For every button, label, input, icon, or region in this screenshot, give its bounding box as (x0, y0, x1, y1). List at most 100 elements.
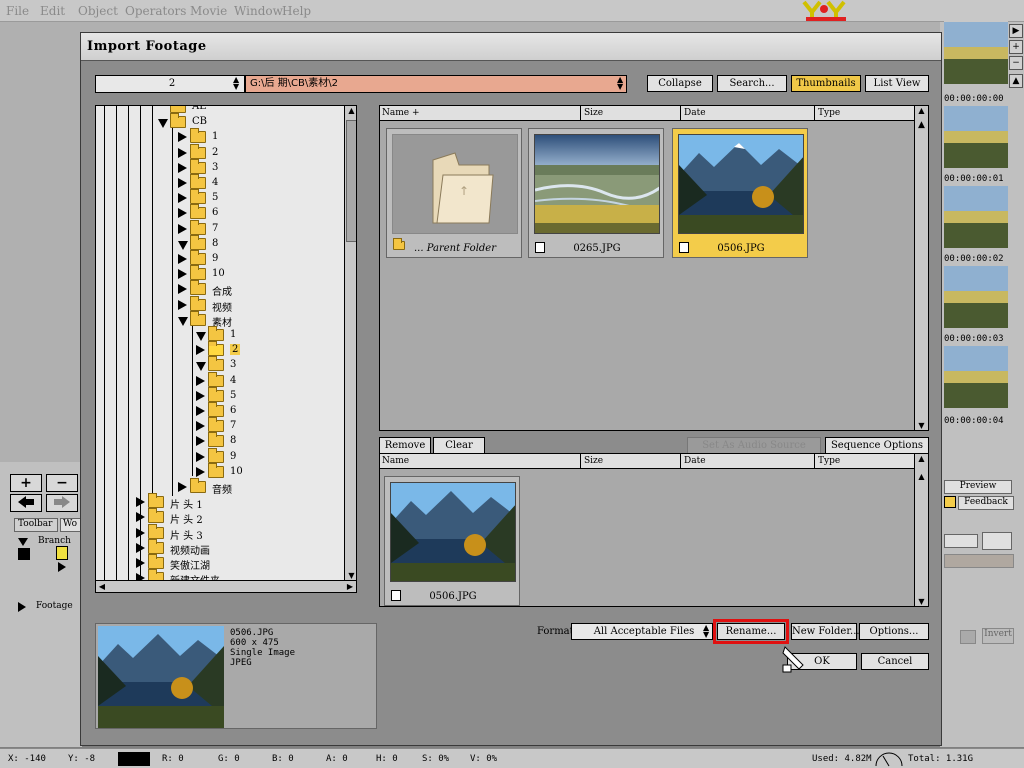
set-audio-source-button[interactable]: Set As Audio Source (687, 437, 821, 454)
tree-item[interactable]: 视频动画 (136, 538, 336, 557)
collapsed-arrow-icon[interactable] (196, 421, 205, 432)
folder-tree[interactable]: AE CB 1 2 3 4 5 6 7 8 9 10 合成 视频 素材 1 2 3 4 5 6 7 8 9 10 音频片 头 1片… (95, 105, 357, 593)
file-item-selected[interactable]: 0506.JPG (672, 128, 808, 258)
collapsed-arrow-icon[interactable] (178, 223, 187, 234)
parent-folder-item[interactable]: ↑ ... Parent Folder (386, 128, 522, 258)
collapsed-arrow-icon[interactable] (136, 512, 145, 523)
invert-button[interactable]: Invert (982, 628, 1014, 644)
collapsed-arrow-icon[interactable] (196, 406, 205, 416)
tree-item[interactable]: 2 (178, 143, 336, 161)
menu-file[interactable]: File (6, 4, 29, 18)
collapsed-arrow-icon[interactable] (136, 527, 145, 538)
zoom-in-button[interactable]: + (1009, 40, 1023, 54)
tab-toolbar[interactable]: Toolbar (14, 518, 58, 532)
tree-item[interactable]: 6 (178, 204, 336, 221)
queued-file-item[interactable]: 0506.JPG (384, 476, 520, 606)
frame-thumbnail[interactable] (944, 22, 1008, 84)
collapsed-arrow-icon[interactable] (178, 147, 187, 158)
tree-item[interactable]: 片 头 1 (136, 493, 336, 511)
scroll-right-icon[interactable]: ▶ (1009, 24, 1023, 38)
menu-edit[interactable]: Edit (40, 4, 65, 18)
collapsed-arrow-icon[interactable] (178, 299, 187, 310)
tree-item[interactable]: 素材 (178, 310, 336, 329)
tree-item[interactable]: 9 (196, 447, 336, 465)
dialog-titlebar[interactable]: Import Footage (81, 33, 941, 61)
tree-item[interactable]: 8 (178, 234, 336, 252)
format-spinner-icon[interactable]: ▲ ▼ (703, 624, 709, 639)
tree-item[interactable]: 5 (196, 386, 336, 404)
drive-select[interactable]: 2 (95, 75, 245, 93)
tree-vscrollbar[interactable]: ▲ ▼ (344, 106, 356, 580)
queue-vscrollbar[interactable]: ▲ ▲ ▼ (914, 454, 928, 606)
tree-item[interactable]: 10 (178, 265, 336, 282)
play-icon[interactable] (58, 562, 66, 572)
option-select[interactable] (944, 534, 978, 548)
scroll-down-icon[interactable]: ▼ (915, 421, 928, 430)
tree-item[interactable]: 9 (178, 250, 336, 267)
col-name[interactable]: Name (382, 456, 409, 466)
tree-item[interactable]: 1 (196, 326, 336, 343)
tree-item[interactable]: 7 (178, 219, 336, 237)
scroll-up-icon[interactable]: ▲ (915, 454, 928, 463)
col-date[interactable]: Date (684, 456, 706, 466)
collapse-button[interactable]: Collapse (647, 75, 713, 92)
tree-item[interactable]: 合成 (178, 280, 336, 298)
tree-item[interactable]: 5 (178, 189, 336, 206)
expanded-arrow-icon[interactable] (178, 316, 188, 326)
scroll-up-icon[interactable]: ▲ (1009, 74, 1023, 88)
format-select[interactable]: All Acceptable Files (571, 623, 713, 640)
collapsed-arrow-icon[interactable] (196, 375, 205, 386)
path-spinner-icon[interactable]: ▲ ▼ (617, 76, 623, 91)
tree-item[interactable]: 7 (196, 417, 336, 434)
preview-button[interactable]: Preview (944, 480, 1012, 494)
search-button[interactable]: Search... (717, 75, 787, 92)
scroll-down-icon[interactable]: ▼ (345, 571, 356, 580)
tree-hscrollbar[interactable]: ◀ ▶ (96, 580, 356, 592)
collapsed-arrow-icon[interactable] (178, 254, 187, 264)
scroll-right-icon[interactable]: ▶ (344, 582, 356, 591)
color-swatch[interactable] (944, 554, 1014, 568)
light-icon[interactable] (982, 532, 1012, 550)
thumbnails-button[interactable]: Thumbnails (791, 75, 861, 92)
tree-item[interactable]: 3 (178, 158, 336, 176)
col-size[interactable]: Size (584, 456, 603, 466)
feedback-checkbox[interactable] (944, 496, 956, 508)
plus-button[interactable]: + (10, 474, 42, 492)
frame-thumbnail[interactable] (944, 266, 1008, 328)
rename-button[interactable]: Rename... (713, 619, 789, 644)
collapsed-arrow-icon[interactable] (136, 497, 145, 508)
cancel-button[interactable]: Cancel (861, 653, 929, 670)
tree-item[interactable]: 2 (196, 341, 336, 358)
collapsed-arrow-icon[interactable] (178, 132, 187, 143)
collapsed-arrow-icon[interactable] (178, 208, 187, 219)
scroll-left-icon[interactable]: ◀ (96, 582, 108, 591)
scroll-up-icon[interactable]: ▲ (915, 472, 928, 481)
scroll-up-icon[interactable]: ▲ (915, 120, 928, 130)
new-folder-button[interactable]: New Folder... (791, 623, 860, 640)
collapsed-arrow-icon[interactable] (196, 466, 205, 477)
remove-button[interactable]: Remove (379, 437, 431, 454)
collapsed-arrow-icon[interactable] (178, 162, 187, 173)
collapsed-arrow-icon[interactable] (178, 284, 187, 295)
tree-item[interactable]: 片 头 3 (136, 523, 336, 542)
collapsed-arrow-icon[interactable] (196, 436, 205, 447)
expanded-arrow-icon[interactable] (196, 362, 206, 372)
tree-item[interactable]: 4 (196, 371, 336, 389)
tree-item[interactable]: 笑傲江湖 (136, 554, 336, 572)
tree-item[interactable]: CB (158, 113, 336, 130)
expanded-arrow-icon[interactable] (196, 332, 206, 341)
collapsed-arrow-icon[interactable] (136, 542, 145, 553)
col-date[interactable]: Date (684, 108, 706, 118)
branch-toggle-icon[interactable] (18, 538, 28, 546)
tree-item[interactable]: 片 头 2 (136, 508, 336, 526)
menu-operators[interactable]: Operators (125, 4, 186, 18)
scroll-up-icon[interactable]: ▲ (345, 106, 356, 115)
file-browser-panel[interactable]: Name + Size Date Type ↑ ... Parent Folde… (379, 105, 929, 431)
disabled-button[interactable] (960, 630, 976, 644)
col-name[interactable]: Name + (382, 108, 420, 118)
selected-files-panel[interactable]: Name Size Date Type 0506.JPG ▲ ▲ ▼ (379, 453, 929, 607)
scroll-up-icon[interactable]: ▲ (915, 106, 928, 115)
menu-movie[interactable]: Movie (190, 4, 227, 18)
tree-item[interactable]: 4 (178, 174, 336, 191)
tree-item[interactable]: 10 (196, 462, 336, 480)
